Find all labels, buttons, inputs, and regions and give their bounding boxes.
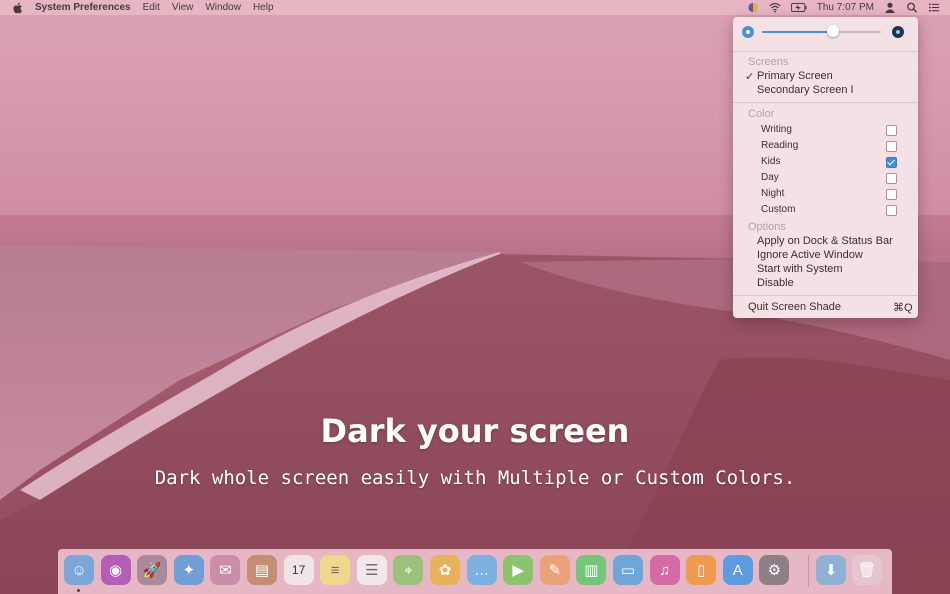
option-apply-on-dock[interactable]: Apply on Dock & Status Bar bbox=[757, 235, 893, 247]
subline: Dark whole screen easily with Multiple o… bbox=[154, 467, 796, 489]
checkbox-kids[interactable] bbox=[886, 157, 897, 168]
finder-icon[interactable]: ☺ bbox=[64, 555, 94, 585]
facetime-icon[interactable]: ▶ bbox=[503, 555, 534, 585]
battery-icon[interactable] bbox=[790, 2, 807, 13]
dark-icon bbox=[892, 26, 904, 38]
brightness-slider[interactable] bbox=[733, 17, 918, 49]
menu-item-secondary-screen[interactable]: Secondary Screen I bbox=[757, 84, 854, 96]
option-start-with-system[interactable]: Start with System bbox=[757, 263, 843, 275]
itunes-icon[interactable]: ♫ bbox=[649, 555, 680, 585]
system-preferences-icon[interactable]: ⚙ bbox=[759, 555, 790, 585]
light-icon bbox=[742, 26, 754, 38]
menu-window[interactable]: Window bbox=[205, 2, 241, 13]
apple-icon[interactable] bbox=[12, 2, 23, 14]
checkbox-custom[interactable] bbox=[886, 205, 897, 216]
downloads-folder-icon[interactable]: ⬇ bbox=[816, 555, 846, 585]
color-item-day[interactable]: Day bbox=[761, 172, 779, 183]
checkbox-writing[interactable] bbox=[886, 125, 897, 136]
menu-view[interactable]: View bbox=[172, 2, 194, 13]
screen-shade-icon[interactable] bbox=[747, 2, 759, 13]
dock: ☺ ◉ 🚀 ✦ ✉ ▤ 17 ≡ ☰ ⌖ ✿… ▶ ✎ ▥ ▭ ♫ ▯ A ⚙ ⬇ 🗑 bbox=[58, 549, 892, 594]
checkmark-icon: ✓ bbox=[745, 71, 755, 83]
photos-icon[interactable]: ✿ bbox=[430, 555, 460, 585]
user-icon[interactable] bbox=[884, 2, 896, 13]
checkbox-day[interactable] bbox=[886, 173, 897, 184]
wifi-icon[interactable] bbox=[769, 2, 781, 13]
trash-icon[interactable]: 🗑 bbox=[852, 555, 882, 585]
dock-divider bbox=[808, 555, 809, 587]
maps-icon[interactable]: ⌖ bbox=[393, 555, 424, 585]
menu-separator bbox=[733, 51, 918, 52]
headline: Dark your screen bbox=[320, 412, 630, 450]
numbers-icon[interactable]: ▥ bbox=[576, 555, 607, 585]
color-item-custom[interactable]: Custom bbox=[761, 204, 795, 215]
contacts-icon[interactable]: ▤ bbox=[247, 555, 277, 585]
screens-header: Screens bbox=[748, 56, 789, 68]
menu-bar: System Preferences Edit View Window Help… bbox=[0, 0, 950, 15]
launchpad-icon[interactable]: 🚀 bbox=[137, 555, 168, 585]
safari-icon[interactable]: ✦ bbox=[173, 555, 204, 585]
quit-button[interactable]: Quit Screen Shade bbox=[748, 301, 841, 313]
notes-icon[interactable]: ≡ bbox=[320, 555, 351, 585]
slider-knob[interactable] bbox=[827, 25, 840, 37]
menu-item-primary-screen[interactable]: Primary Screen bbox=[757, 70, 833, 82]
color-item-kids[interactable]: Kids bbox=[761, 156, 780, 167]
spotlight-icon[interactable] bbox=[906, 2, 918, 13]
color-item-writing[interactable]: Writing bbox=[761, 124, 792, 135]
menu-edit[interactable]: Edit bbox=[143, 2, 160, 13]
quit-shortcut: ⌘Q bbox=[893, 302, 913, 314]
app-menu[interactable]: System Preferences bbox=[35, 2, 131, 13]
option-disable[interactable]: Disable bbox=[757, 277, 794, 289]
reminders-icon[interactable]: ☰ bbox=[356, 555, 387, 585]
pages-icon[interactable]: ✎ bbox=[539, 555, 570, 585]
checkbox-night[interactable] bbox=[886, 189, 897, 200]
messages-icon[interactable]: … bbox=[466, 555, 497, 585]
color-item-night[interactable]: Night bbox=[761, 188, 784, 199]
running-indicator bbox=[77, 589, 80, 592]
ibooks-icon[interactable]: ▯ bbox=[686, 555, 717, 585]
color-header: Color bbox=[748, 108, 775, 120]
menubar-clock[interactable]: Thu 7:07 PM bbox=[817, 2, 874, 13]
checkbox-reading[interactable] bbox=[886, 141, 897, 152]
color-item-reading[interactable]: Reading bbox=[761, 140, 798, 151]
calendar-icon[interactable]: 17 bbox=[283, 555, 314, 585]
notification-list-icon[interactable] bbox=[928, 2, 940, 13]
menu-separator bbox=[733, 102, 918, 103]
options-header: Options bbox=[748, 221, 786, 233]
siri-icon[interactable]: ◉ bbox=[100, 555, 131, 585]
option-ignore-active-window[interactable]: Ignore Active Window bbox=[757, 249, 863, 261]
app-store-icon[interactable]: A bbox=[722, 555, 753, 585]
menu-separator bbox=[733, 295, 918, 296]
mail-icon[interactable]: ✉ bbox=[210, 555, 241, 585]
screen-shade-menu: Screens ✓ Primary Screen Secondary Scree… bbox=[733, 17, 918, 318]
slider-fill bbox=[762, 31, 834, 33]
keynote-icon[interactable]: ▭ bbox=[613, 555, 643, 585]
menu-help[interactable]: Help bbox=[253, 2, 274, 13]
